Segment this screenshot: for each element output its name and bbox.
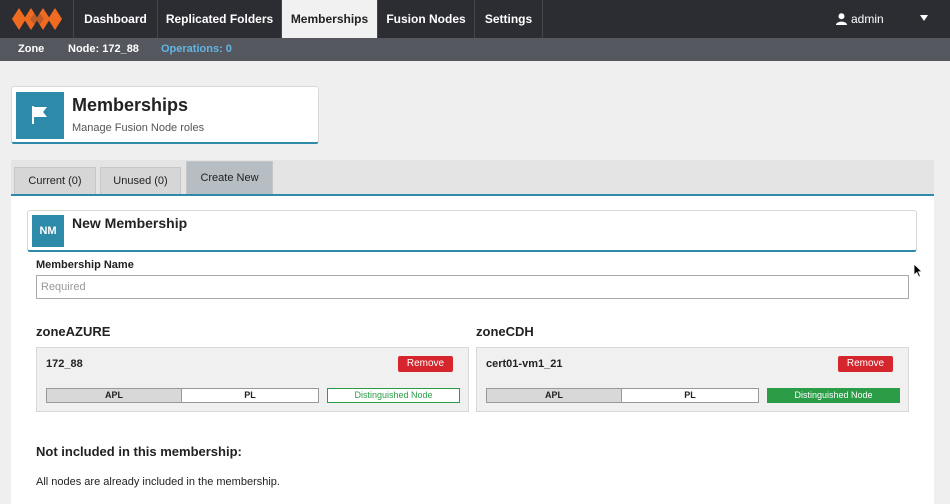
node-name: cert01-vm1_21 [486,358,563,370]
brand-logo-icon[interactable] [10,6,64,32]
distinguished-node-toggle[interactable]: Distinguished Node [767,388,900,403]
nav-replicated-folders[interactable]: Replicated Folders [157,0,281,38]
user-menu[interactable]: admin [836,0,884,38]
create-membership-panel: NM New Membership Membership Name zoneAZ… [11,196,934,504]
tab-unused[interactable]: Unused (0) [100,167,181,194]
tab-current[interactable]: Current (0) [14,167,96,194]
nav-memberships[interactable]: Memberships [281,0,377,38]
new-membership-title: New Membership [72,215,188,231]
zone-title: zoneAZURE [36,324,111,339]
flag-icon [32,106,47,124]
nav-settings[interactable]: Settings [474,0,543,38]
user-icon [836,13,847,25]
page-title: Memberships [72,95,189,115]
zone-title: zoneCDH [476,324,534,339]
top-navbar: Dashboard Replicated Folders Memberships… [0,0,950,38]
status-bar: Zone Node: 172_88 Operations: 0 [0,38,950,61]
zone-label: Zone [18,43,45,55]
nav-dashboard[interactable]: Dashboard [73,0,157,38]
page-subtitle: Manage Fusion Node roles [72,122,205,134]
role-apl-toggle[interactable]: APL [486,388,622,403]
operations-link[interactable]: Operations: 0 [161,38,232,61]
membership-name-label: Membership Name [36,259,134,271]
role-pl-toggle[interactable]: PL [622,388,759,403]
node-label: Node: 172_88 [68,43,139,55]
mouse-cursor-icon [913,263,923,278]
remove-button[interactable]: Remove [398,356,453,372]
membership-name-input[interactable] [36,275,909,299]
not-included-message: All nodes are already included in the me… [36,476,280,488]
remove-button[interactable]: Remove [838,356,893,372]
new-membership-header: NM New Membership [27,210,917,252]
nav-fusion-nodes[interactable]: Fusion Nodes [377,0,474,38]
tab-bar: Current (0) Unused (0) Create New [11,160,934,196]
distinguished-node-toggle[interactable]: Distinguished Node [327,388,460,403]
role-pl-toggle[interactable]: PL [182,388,319,403]
not-included-heading: Not included in this membership: [36,444,242,459]
node-card: cert01-vm1_21 Remove APL PL Distinguishe… [476,347,909,412]
new-membership-badge: NM [32,215,64,247]
role-apl-toggle[interactable]: APL [46,388,182,403]
page-header-badge [16,92,64,139]
node-card: 172_88 Remove APL PL Distinguished Node [36,347,469,412]
node-name: 172_88 [46,358,83,370]
tab-create-new[interactable]: Create New [186,161,273,194]
page-header-card: Memberships Manage Fusion Node roles [11,86,319,144]
username: admin [851,12,884,26]
chevron-down-icon[interactable] [920,15,928,21]
